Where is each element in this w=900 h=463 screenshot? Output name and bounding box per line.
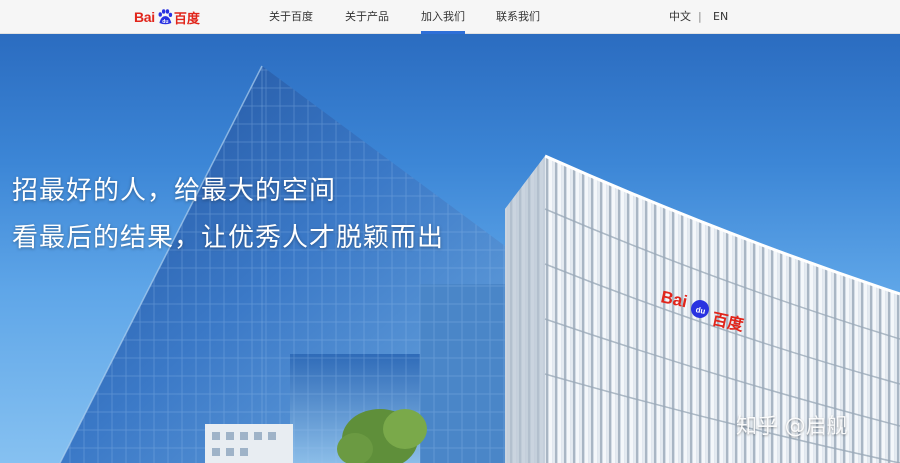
hero-slogan-line2: 看最后的结果，让优秀人才脱颖而出	[12, 223, 445, 253]
nav-contact-us[interactable]: 联系我们	[496, 0, 540, 34]
hero-banner: Bai du 百度 招最好的人，给最大的空间 看最后的结果，让优秀人才脱颖而出	[0, 34, 900, 463]
nav-about-baidu[interactable]: 关于百度	[269, 0, 313, 34]
nav-join-us[interactable]: 加入我们	[421, 0, 465, 34]
baidu-logo[interactable]: Bai du 百度	[134, 7, 200, 27]
hero-slogan-line1: 招最好的人，给最大的空间	[12, 176, 337, 206]
top-nav-bar: Bai du 百度 关于百度 关于产品 加入我们 联系我们 中文 | EN	[0, 0, 900, 34]
paw-icon: du	[158, 9, 173, 25]
logo-text-cn: 百度	[173, 11, 200, 27]
svg-text:du: du	[162, 19, 168, 25]
zhihu-watermark: 知乎 @启舰	[736, 414, 848, 438]
language-english[interactable]: EN	[713, 0, 728, 34]
language-separator: |	[698, 10, 702, 23]
language-chinese[interactable]: 中文	[669, 0, 691, 34]
nav-about-products[interactable]: 关于产品	[345, 0, 389, 34]
logo-text-latin: Bai	[134, 9, 155, 25]
